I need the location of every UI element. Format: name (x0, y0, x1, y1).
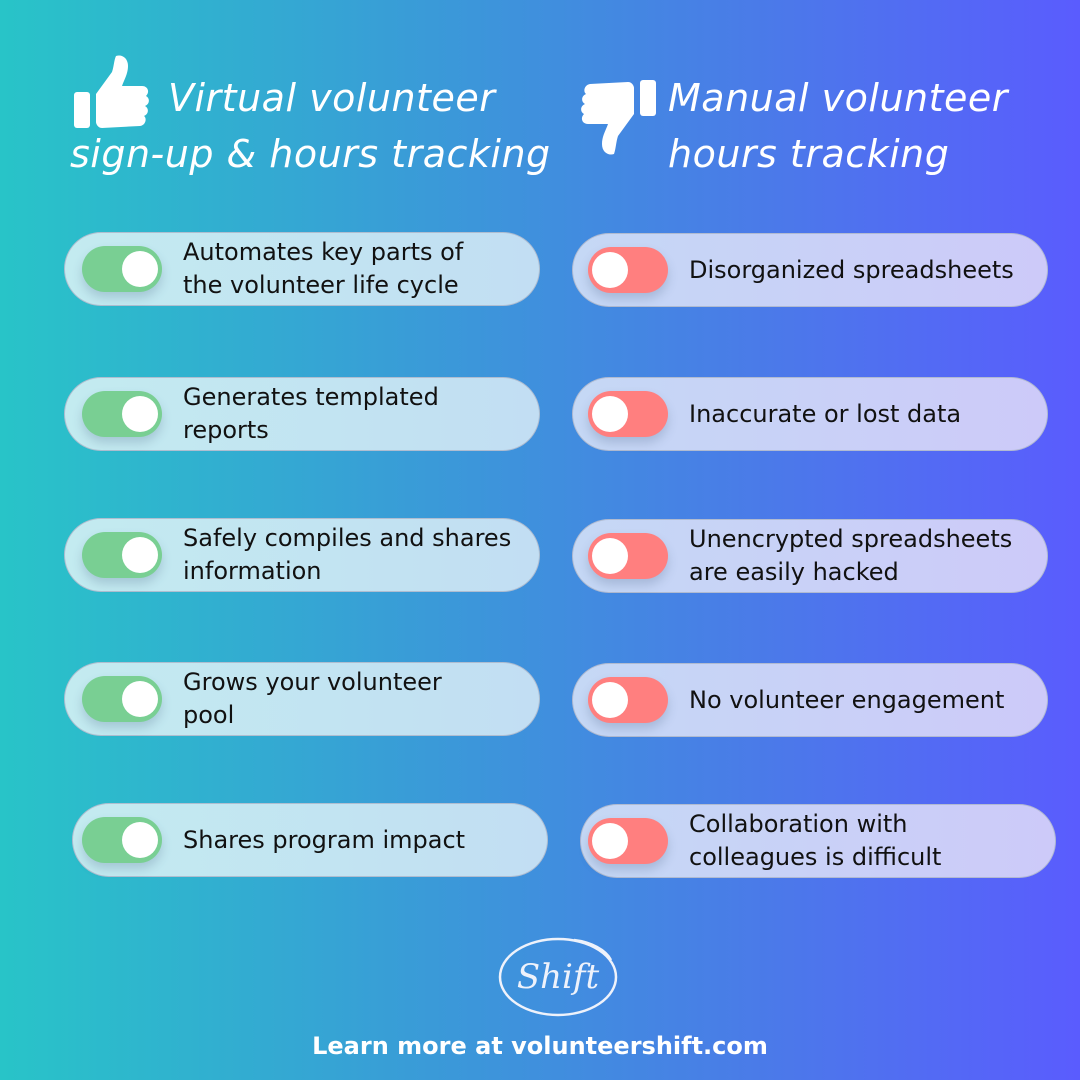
toggle-knob (592, 252, 628, 288)
toggle-off[interactable] (588, 533, 668, 579)
right-heading-line-1: Manual volunteer (668, 76, 1008, 120)
toggle-off[interactable] (588, 391, 668, 437)
toggle-knob (592, 682, 628, 718)
pro-item-text: Automates key parts of the volunteer lif… (183, 236, 523, 302)
toggle-on[interactable] (82, 676, 162, 722)
toggle-knob (122, 396, 158, 432)
pro-item-line: reports (183, 416, 269, 444)
toggle-knob (592, 538, 628, 574)
con-item-line: Inaccurate or lost data (689, 399, 962, 428)
toggle-off[interactable] (588, 818, 668, 864)
toggle-on[interactable] (82, 817, 162, 863)
pro-item-line: Automates key parts of (183, 238, 464, 266)
thumbs-down-icon (581, 80, 656, 155)
pro-item-text: Generates templated reports (183, 381, 523, 447)
right-heading-line-2: hours tracking (668, 132, 950, 176)
toggle-on[interactable] (82, 532, 162, 578)
con-item: Unencrypted spreadsheets are easily hack… (572, 519, 1048, 593)
con-item-text: Collaboration with colleagues is difficu… (689, 808, 1039, 874)
pro-item-line: Grows your volunteer (183, 668, 442, 696)
con-item: No volunteer engagement (572, 663, 1048, 737)
pro-item-text: Shares program impact (183, 824, 531, 857)
con-item: Inaccurate or lost data (572, 377, 1048, 451)
con-item-line: colleagues is difficult (689, 843, 942, 871)
footer-link[interactable]: Learn more at volunteershift.com (0, 1032, 1080, 1060)
pro-item-line: Shares program impact (183, 825, 466, 854)
toggle-on[interactable] (82, 246, 162, 292)
pro-item: Automates key parts of the volunteer lif… (64, 232, 540, 306)
left-heading: Virtual volunteer sign-up & hours tracki… (70, 70, 551, 182)
con-item-line: Collaboration with (689, 810, 908, 838)
con-item-text: No volunteer engagement (689, 684, 1031, 717)
pro-item: Grows your volunteer pool (64, 662, 540, 736)
pro-item-line: information (183, 557, 322, 585)
toggle-knob (592, 823, 628, 859)
con-item: Collaboration with colleagues is difficu… (580, 804, 1056, 878)
con-item: Disorganized spreadsheets (572, 233, 1048, 307)
toggle-knob (122, 681, 158, 717)
shift-logo: Shift (498, 937, 618, 1017)
logo-text: Shift (517, 957, 600, 997)
pro-item-line: Generates templated (183, 383, 439, 411)
pro-item-line: the volunteer life cycle (183, 271, 459, 299)
pro-item-line: Safely compiles and shares (183, 524, 512, 552)
pro-item: Shares program impact (72, 803, 548, 877)
pro-item-text: Safely compiles and shares information (183, 522, 523, 588)
con-item-text: Disorganized spreadsheets (689, 254, 1031, 287)
toggle-knob (592, 396, 628, 432)
con-item-line: Disorganized spreadsheets (689, 255, 1014, 284)
left-heading-line-1: Virtual volunteer (168, 76, 496, 120)
toggle-off[interactable] (588, 247, 668, 293)
toggle-knob (122, 251, 158, 287)
pro-item: Generates templated reports (64, 377, 540, 451)
con-item-text: Inaccurate or lost data (689, 398, 1031, 431)
con-item-text: Unencrypted spreadsheets are easily hack… (689, 523, 1031, 589)
toggle-on[interactable] (82, 391, 162, 437)
con-item-line: No volunteer engagement (689, 685, 1005, 714)
toggle-knob (122, 537, 158, 573)
left-heading-line-2: sign-up & hours tracking (70, 132, 551, 176)
toggle-knob (122, 822, 158, 858)
pro-item: Safely compiles and shares information (64, 518, 540, 592)
pro-item-text: Grows your volunteer pool (183, 666, 523, 732)
pro-item-line: pool (183, 701, 235, 729)
con-item-line: are easily hacked (689, 558, 899, 586)
right-heading: Manual volunteer hours tracking (668, 70, 1008, 182)
toggle-off[interactable] (588, 677, 668, 723)
con-item-line: Unencrypted spreadsheets (689, 525, 1013, 553)
